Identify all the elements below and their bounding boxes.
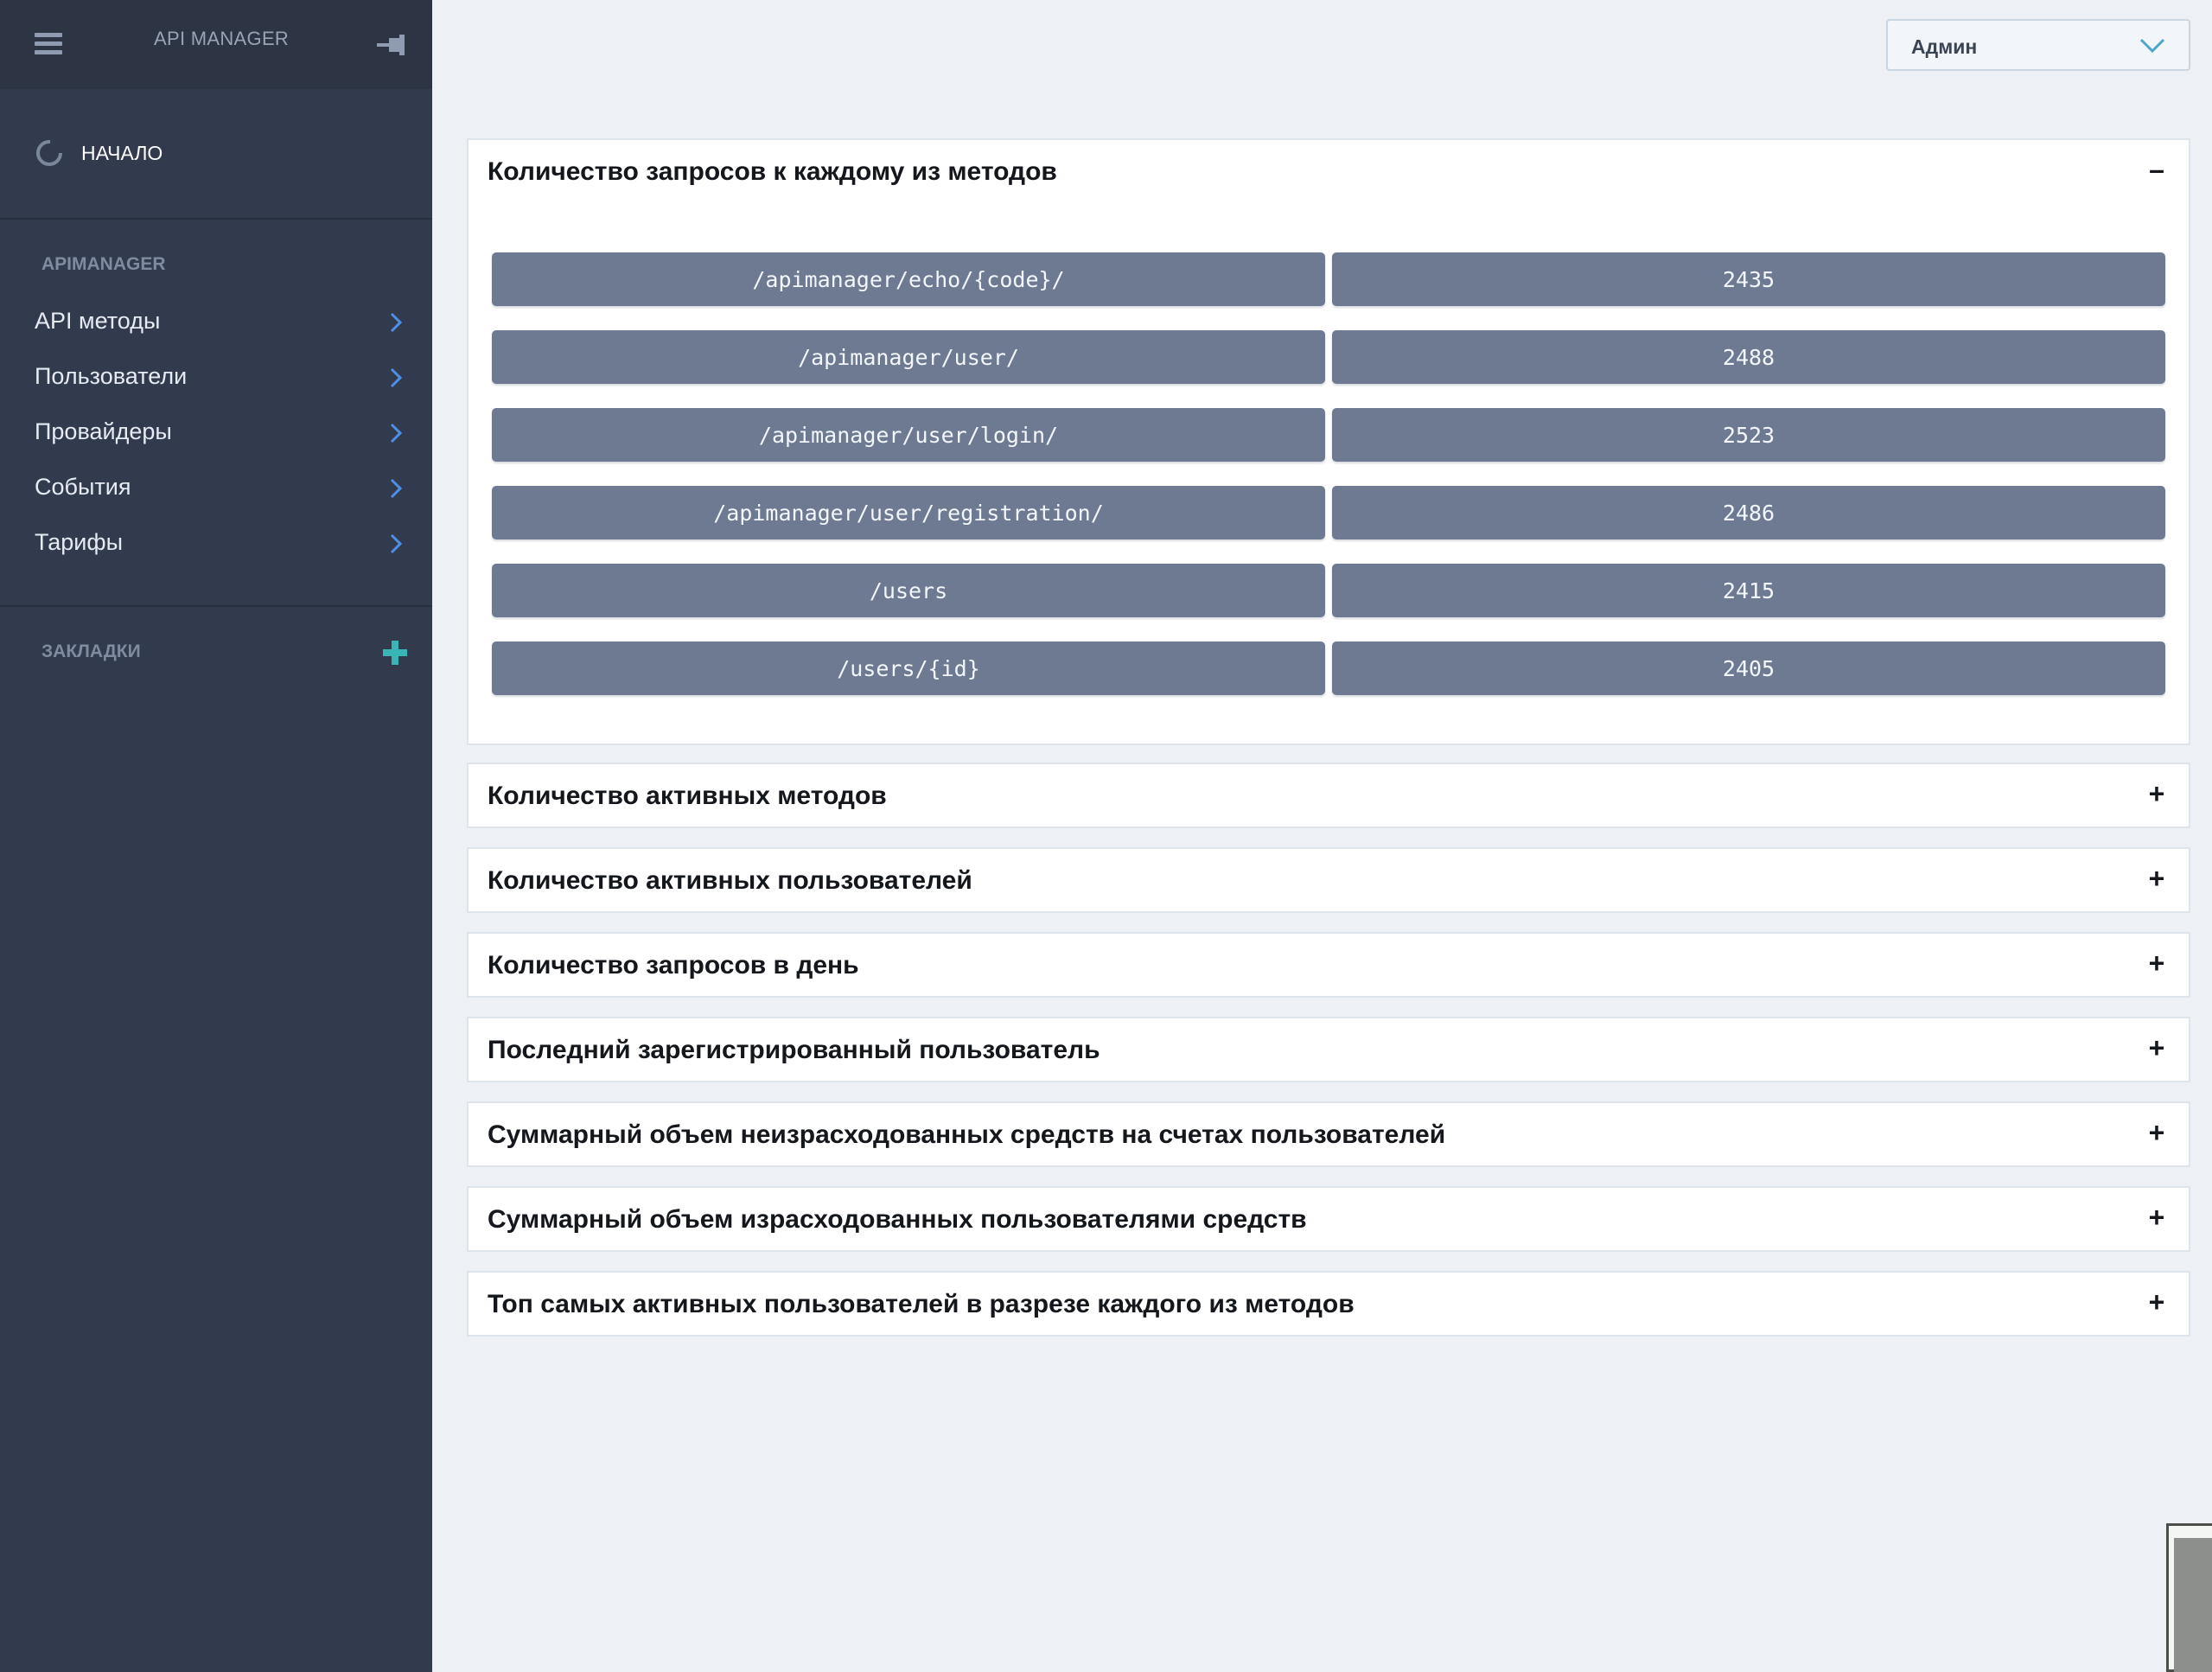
expand-toggle[interactable]: + — [2144, 948, 2170, 980]
count-cell: 2415 — [1332, 564, 2165, 617]
panel-title: Количество активных методов — [488, 782, 887, 810]
panel-header[interactable]: Количество запросов к каждому из методов… — [469, 140, 2189, 202]
sidebar-item-label: НАЧАЛО — [81, 142, 163, 164]
panel-title: Топ самых активных пользователей в разре… — [488, 1290, 1355, 1318]
sidebar-item-label: События — [35, 474, 131, 500]
sidebar: API MANAGER НАЧАЛО APIMANAGER API методы… — [0, 0, 432, 1672]
sidebar-item-label: Тарифы — [35, 529, 124, 555]
expand-toggle[interactable]: + — [2144, 863, 2170, 895]
debug-toolbar-handle[interactable] — [2166, 1523, 2212, 1672]
panel-title: Последний зарегистрированный пользовател… — [488, 1036, 1100, 1064]
sidebar-item-api-methods[interactable]: API методы — [0, 297, 432, 346]
app-title: API MANAGER — [154, 28, 290, 49]
chevron-right-icon — [390, 423, 403, 444]
user-role-value: Админ — [1911, 35, 1978, 58]
panel-title: Количество активных пользователей — [488, 866, 972, 895]
chevron-right-icon — [390, 478, 403, 499]
method-cell: /apimanager/user/ — [492, 330, 1325, 384]
count-cell: 2486 — [1332, 486, 2165, 539]
method-cell: /apimanager/user/registration/ — [492, 486, 1325, 539]
method-cell: /users — [492, 564, 1325, 617]
menu-icon[interactable] — [35, 33, 62, 55]
section-heading: APIMANAGER — [41, 254, 166, 274]
method-cell: /users/{id} — [492, 641, 1325, 695]
panel-spent-funds[interactable]: Суммарный объем израсходованных пользова… — [467, 1186, 2190, 1252]
user-role-select[interactable]: Админ — [1886, 19, 2190, 71]
sidebar-item-events[interactable]: События — [0, 463, 432, 512]
plus-icon[interactable] — [380, 638, 410, 667]
sidebar-item-home[interactable]: НАЧАЛО — [0, 121, 432, 183]
sidebar-header: API MANAGER — [0, 0, 432, 89]
panel-active-users[interactable]: Количество активных пользователей + — [467, 847, 2190, 913]
method-cell: /apimanager/user/login/ — [492, 408, 1325, 462]
chevron-right-icon — [390, 533, 403, 554]
sidebar-item-users[interactable]: Пользователи — [0, 353, 432, 401]
panel-title: Суммарный объем израсходованных пользова… — [488, 1205, 1307, 1234]
expand-toggle[interactable]: + — [2144, 1117, 2170, 1149]
method-cell: /apimanager/echo/{code}/ — [492, 252, 1325, 306]
sidebar-item-label: Пользователи — [35, 363, 188, 389]
sidebar-item-label: Провайдеры — [35, 418, 172, 444]
panel-title: Количество запросов в день — [488, 951, 859, 980]
chevron-down-icon — [2139, 38, 2165, 54]
chevron-right-icon — [390, 367, 403, 388]
sidebar-item-providers[interactable]: Провайдеры — [0, 408, 432, 456]
panel-last-registered-user[interactable]: Последний зарегистрированный пользовател… — [467, 1017, 2190, 1082]
sidebar-item-tariffs[interactable]: Тарифы — [0, 519, 432, 567]
sidebar-item-label: API методы — [35, 308, 161, 334]
home-spinner-icon — [36, 140, 62, 166]
divider — [0, 605, 432, 607]
panel-requests-per-day[interactable]: Количество запросов в день + — [467, 932, 2190, 998]
expand-toggle[interactable]: + — [2144, 1286, 2170, 1318]
expand-toggle[interactable]: + — [2144, 1032, 2170, 1064]
count-cell: 2523 — [1332, 408, 2165, 462]
expand-toggle[interactable]: + — [2144, 778, 2170, 810]
debug-toolbar-logo — [2174, 1538, 2212, 1672]
chevron-right-icon — [390, 312, 403, 333]
bookmarks-heading: ЗАКЛАДКИ — [41, 641, 141, 661]
panel-unspent-funds[interactable]: Суммарный объем неизрасходованных средст… — [467, 1101, 2190, 1167]
panel-title: Суммарный объем неизрасходованных средст… — [488, 1120, 1446, 1149]
collapse-toggle[interactable]: – — [2144, 154, 2170, 186]
divider — [0, 218, 432, 220]
count-cell: 2488 — [1332, 330, 2165, 384]
pin-icon[interactable] — [377, 33, 411, 57]
panel-top-active-users[interactable]: Топ самых активных пользователей в разре… — [467, 1271, 2190, 1337]
panel-requests-per-method: Количество запросов к каждому из методов… — [467, 138, 2190, 745]
panel-active-methods[interactable]: Количество активных методов + — [467, 763, 2190, 828]
count-cell: 2435 — [1332, 252, 2165, 306]
expand-toggle[interactable]: + — [2144, 1202, 2170, 1234]
panel-title: Количество запросов к каждому из методов — [488, 157, 1057, 186]
count-cell: 2405 — [1332, 641, 2165, 695]
